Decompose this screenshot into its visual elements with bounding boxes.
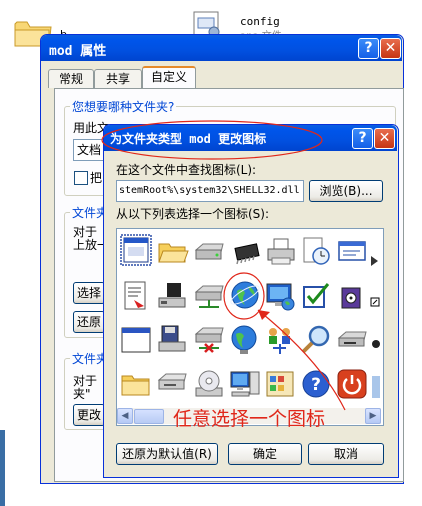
restore-default-button[interactable]: 还原为默认值(R) [116,443,218,465]
tab-sharing[interactable]: 共享 [94,69,142,88]
tab-general[interactable]: 常规 [48,69,94,88]
folder-open-icon[interactable] [157,236,189,268]
chip-icon[interactable] [230,236,262,268]
apply-subfolders-checkbox[interactable] [74,171,88,185]
find-in-file-label: 在这个文件中查找图标(L): [116,163,257,177]
svg-text:?: ? [311,375,321,395]
shutdown-icon[interactable] [336,368,368,400]
scroll-left-button[interactable]: ◀ [117,408,133,424]
scroll-thumb[interactable] [134,409,164,424]
scroll-right-button[interactable]: ▶ [365,408,381,424]
change-icon-titlebar[interactable]: 为文件夹类型 mod 更改图标 ? ✕ [104,125,397,151]
dialog-title: 为文件夹类型 mod 更改图标 [110,132,267,146]
disconnected-drive-icon[interactable] [193,324,225,356]
annotation-text: 任意选择一个图标 [173,408,326,430]
window-app-icon[interactable] [120,234,152,266]
cancel-button[interactable]: 取消 [308,443,384,465]
dialog-help-button[interactable]: ? [352,128,373,149]
help-button[interactable]: ? [358,38,379,59]
tab-customize[interactable]: 自定义 [142,66,196,90]
cd-icon[interactable] [193,368,225,400]
network-drive-icon[interactable] [193,280,225,312]
floppy-drive-icon[interactable] [156,368,188,400]
choose-picture-button[interactable]: 选择 [73,282,105,304]
blank-window-icon[interactable] [120,324,152,356]
restore-picture-button[interactable]: 还原 [73,311,105,333]
help-icon[interactable]: ? [300,368,332,400]
document-icon[interactable] [120,280,152,312]
desktop-edge [0,430,5,506]
change-icon-button[interactable]: 更改 [73,404,105,426]
display-props-icon[interactable] [336,236,368,268]
close-button[interactable]: ✕ [380,38,401,59]
computer-icon[interactable] [229,368,261,400]
pc-drive-icon[interactable] [156,280,188,312]
save-drive-icon[interactable] [156,324,188,356]
monitor-globe-icon[interactable] [264,280,296,312]
icon-file-path-input[interactable]: stemRoot%\system32\SHELL32.dll [116,180,304,202]
shortcut-icon[interactable] [370,292,380,312]
folder-icon-item[interactable] [120,368,152,400]
misc-icon[interactable] [370,334,380,354]
folder-icon-text2: 夹" [73,387,91,401]
drive-icon[interactable] [193,236,225,268]
dialog-close-button[interactable]: ✕ [374,128,395,149]
burn-cd-icon[interactable] [336,282,368,314]
globe-icon[interactable] [229,279,261,311]
apply-subfolders-label: 把 [90,171,103,185]
cd-drive-icon[interactable] [336,324,368,356]
browse-button[interactable]: 浏览(B)... [309,180,383,202]
network-users-icon[interactable] [264,324,296,356]
checkbox-icon[interactable] [300,280,332,312]
window-title: mod 属性 [49,44,107,59]
arrow-icon[interactable] [370,236,380,268]
search-icon[interactable] [300,324,332,356]
printer-icon[interactable] [265,236,297,268]
folder-type-group-title: 您想要哪种文件夹? [70,98,177,115]
ok-button[interactable]: 确定 [228,443,302,465]
icon-list-label: 从以下列表选择一个图标(S): [116,207,270,221]
network-globe-icon[interactable] [229,324,261,356]
properties-titlebar[interactable]: mod 属性 ? ✕ [41,35,402,61]
control-panel-icon[interactable] [264,368,296,400]
clock-doc-icon[interactable] [300,236,332,268]
partial-icon[interactable] [370,372,380,404]
